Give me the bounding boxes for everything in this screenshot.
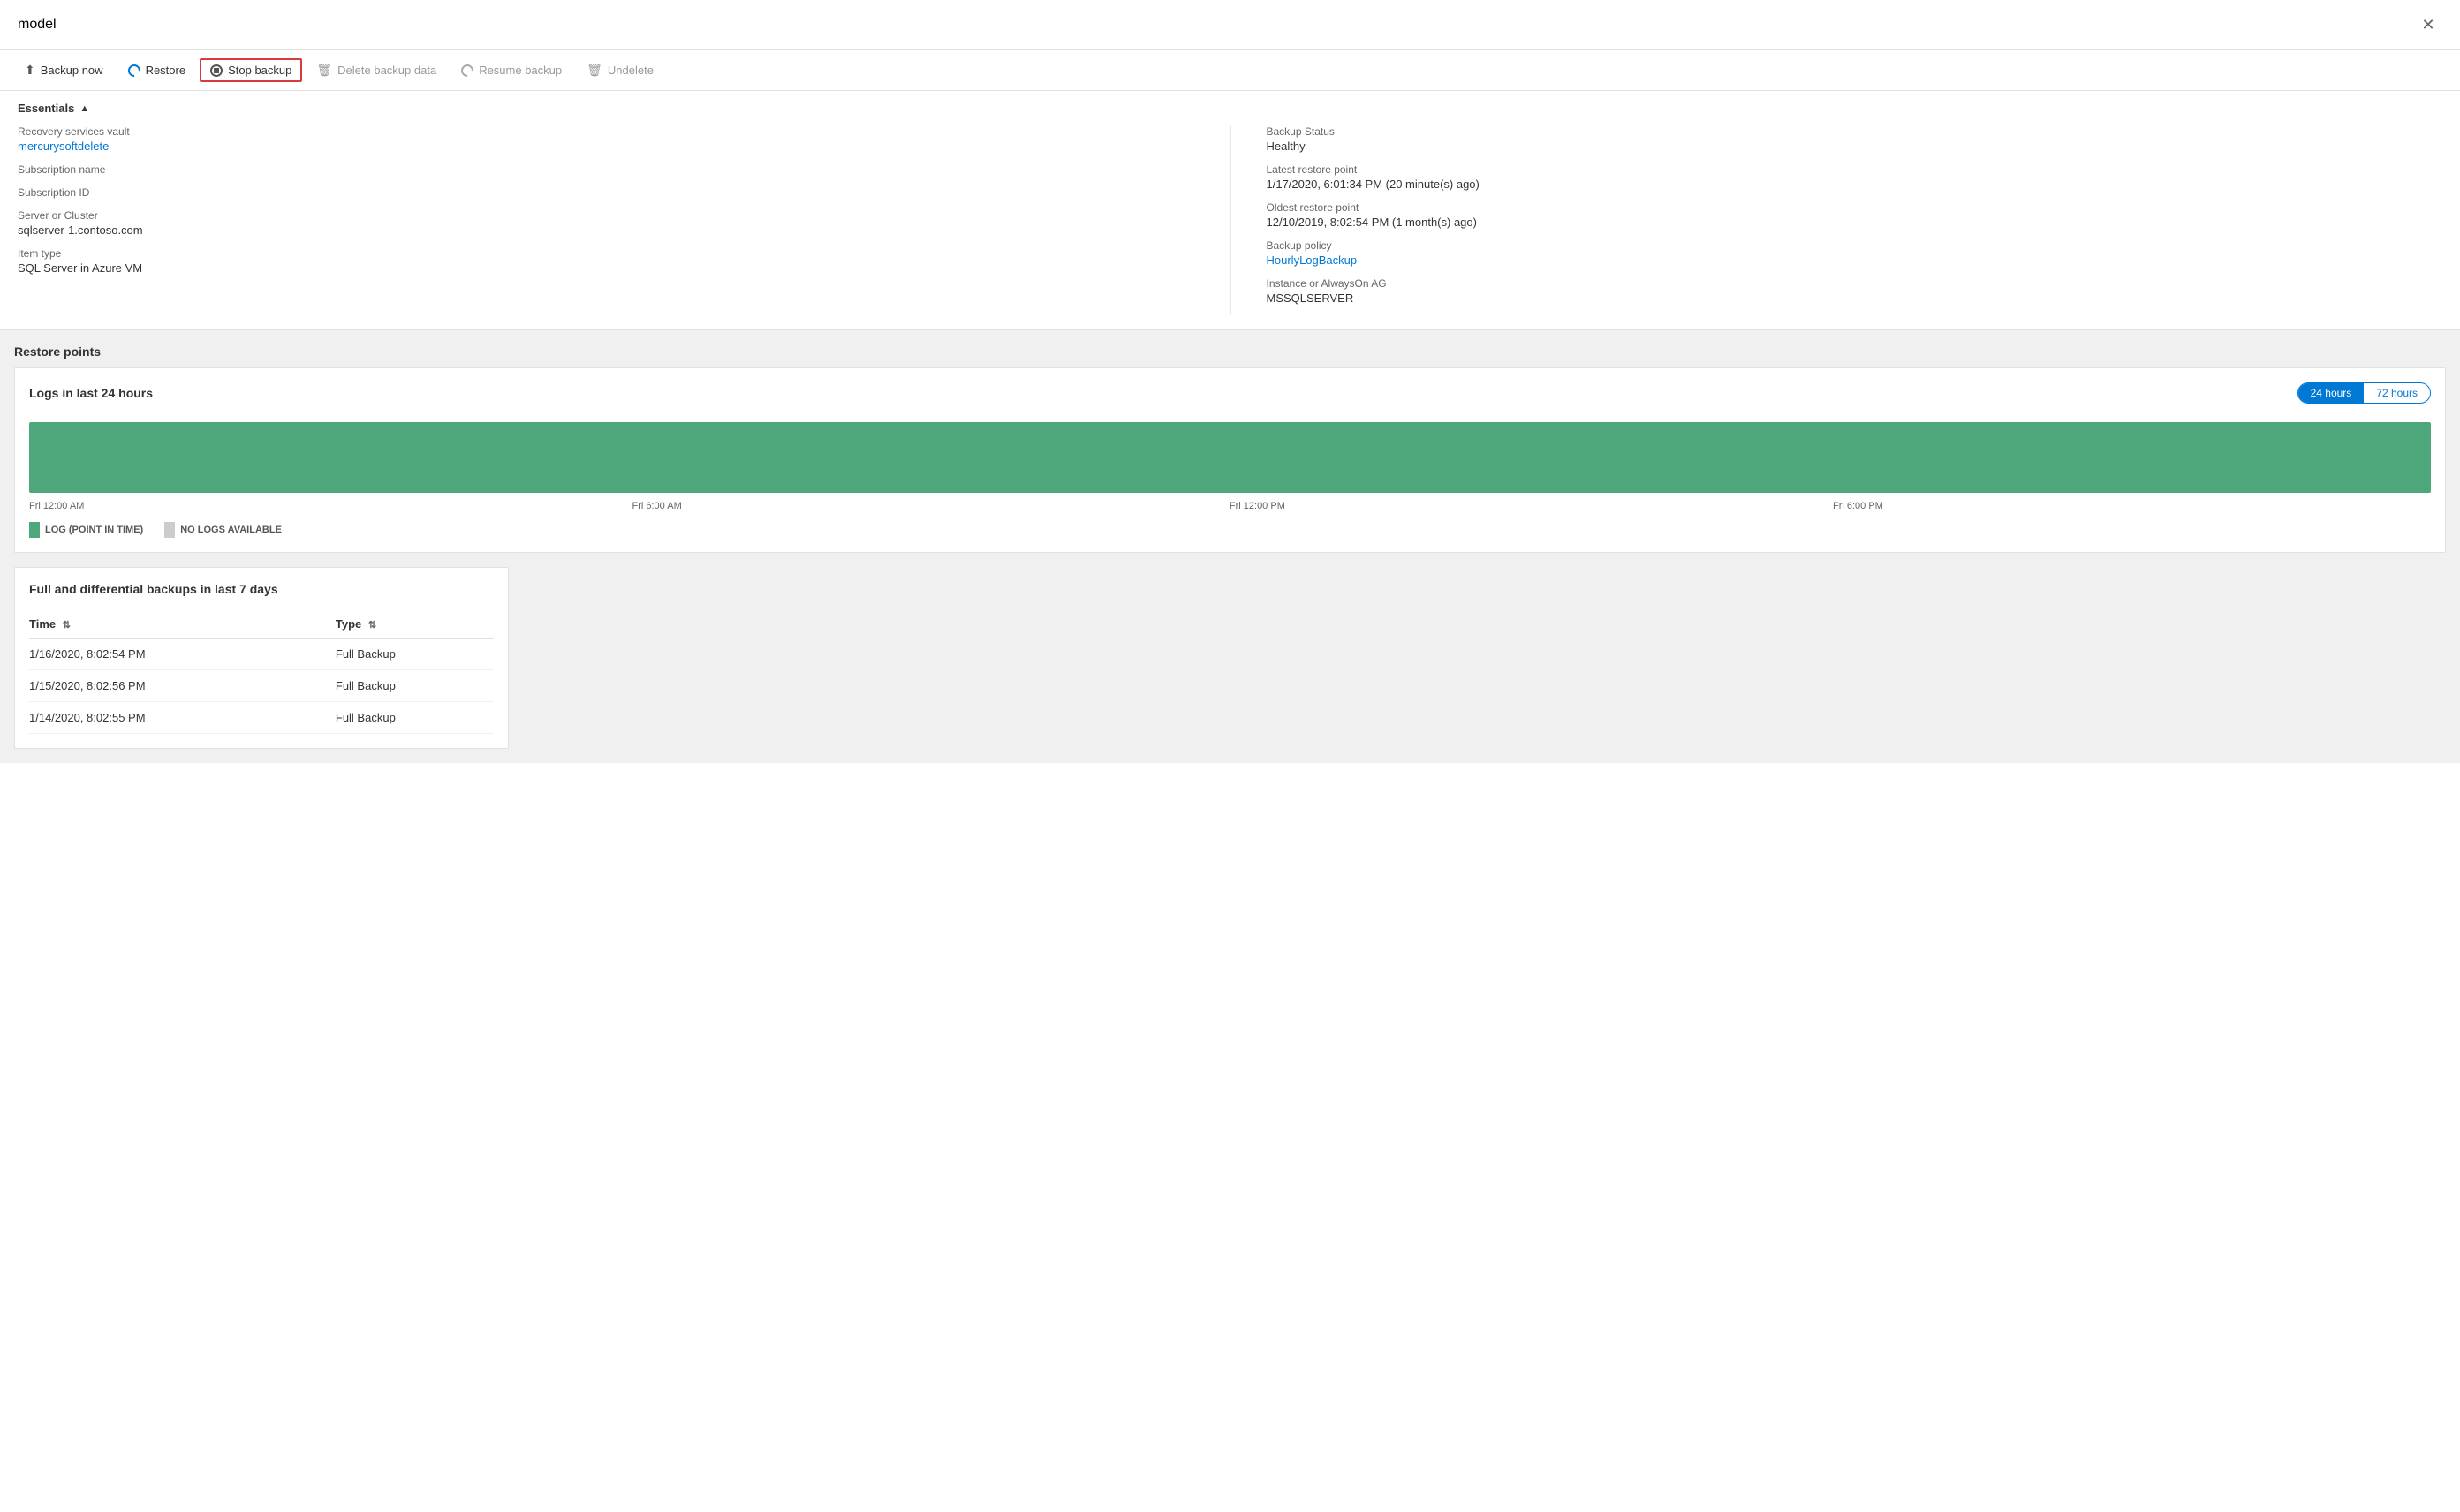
- legend-color-gray: [164, 522, 175, 538]
- chart-label-3: Fri 6:00 PM: [1833, 501, 1883, 511]
- sort-time-icon: ⇅: [63, 620, 71, 631]
- chart-label-1: Fri 6:00 AM: [632, 501, 682, 511]
- recovery-vault-value[interactable]: mercurysoftdelete: [18, 140, 109, 153]
- legend-log-label: LOG (POINT IN TIME): [45, 525, 143, 535]
- chart-labels: Fri 12:00 AM Fri 6:00 AM Fri 12:00 PM Fr…: [29, 497, 2431, 515]
- essentials-grid: Recovery services vault mercurysoftdelet…: [18, 125, 2442, 315]
- backup-status-field: Backup Status Healthy: [1267, 125, 2443, 153]
- backup-policy-field: Backup policy HourlyLogBackup: [1267, 239, 2443, 267]
- stop-backup-icon: [210, 64, 223, 77]
- essentials-left: Recovery services vault mercurysoftdelet…: [18, 125, 1230, 315]
- legend-log: LOG (POINT IN TIME): [29, 522, 143, 538]
- chart-label-0: Fri 12:00 AM: [29, 501, 84, 511]
- restore-points-section: Restore points Logs in last 24 hours 24 …: [14, 344, 2446, 553]
- chart-bar-container: [29, 418, 2431, 497]
- col-type-header[interactable]: Type ⇅: [336, 610, 494, 639]
- undelete-button[interactable]: 🗑 Undelete: [576, 57, 664, 83]
- close-button[interactable]: ✕: [2414, 11, 2442, 39]
- toolbar: ⬆ Backup now Restore Stop backup 🗑 Delet…: [0, 50, 2460, 91]
- resume-icon: [458, 62, 476, 79]
- item-type-field: Item type SQL Server in Azure VM: [18, 247, 1195, 275]
- table-row: 1/15/2020, 8:02:56 PM Full Backup: [29, 670, 494, 702]
- chart-title: Logs in last 24 hours: [29, 386, 153, 400]
- latest-restore-value: 1/17/2020, 6:01:34 PM (20 minute(s) ago): [1267, 178, 2443, 191]
- latest-restore-field: Latest restore point 1/17/2020, 6:01:34 …: [1267, 163, 2443, 191]
- chevron-up-icon: ▲: [79, 103, 89, 114]
- backup-now-button[interactable]: ⬆ Backup now: [14, 57, 114, 83]
- sort-type-icon: ⇅: [368, 620, 376, 631]
- backups-card: Full and differential backups in last 7 …: [14, 567, 509, 749]
- backup-now-icon: ⬆: [25, 63, 35, 78]
- backup-type-cell: Full Backup: [336, 639, 494, 670]
- server-cluster-field: Server or Cluster sqlserver-1.contoso.co…: [18, 209, 1195, 237]
- oldest-restore-field: Oldest restore point 12/10/2019, 8:02:54…: [1267, 201, 2443, 229]
- time-toggle: 24 hours 72 hours: [2297, 382, 2431, 404]
- main-window: model ✕ ⬆ Backup now Restore Stop backup…: [0, 0, 2460, 1512]
- legend-no-logs-label: NO LOGS AVAILABLE: [180, 525, 282, 535]
- server-cluster-value: sqlserver-1.contoso.com: [18, 223, 1195, 237]
- backup-type-cell: Full Backup: [336, 670, 494, 702]
- restore-icon: [125, 62, 143, 79]
- instance-value: MSSQLSERVER: [1267, 291, 2443, 305]
- window-title: model: [18, 17, 57, 33]
- backup-status-value: Healthy: [1267, 140, 2443, 153]
- essentials-right: Backup Status Healthy Latest restore poi…: [1230, 125, 2443, 315]
- chart-bar: [29, 422, 2431, 493]
- 72-hours-button[interactable]: 72 hours: [2364, 383, 2430, 403]
- item-type-value: SQL Server in Azure VM: [18, 261, 1195, 275]
- backup-time-cell: 1/14/2020, 8:02:55 PM: [29, 702, 336, 734]
- chart-label-2: Fri 12:00 PM: [1230, 501, 1285, 511]
- 24-hours-button[interactable]: 24 hours: [2298, 383, 2365, 403]
- legend-color-green: [29, 522, 40, 538]
- chart-legend: LOG (POINT IN TIME) NO LOGS AVAILABLE: [29, 522, 2431, 538]
- recovery-vault-field: Recovery services vault mercurysoftdelet…: [18, 125, 1195, 153]
- chart-header: Logs in last 24 hours 24 hours 72 hours: [29, 382, 2431, 404]
- resume-backup-button[interactable]: Resume backup: [450, 58, 572, 82]
- title-bar: model ✕: [0, 0, 2460, 50]
- instance-field: Instance or AlwaysOn AG MSSQLSERVER: [1267, 277, 2443, 305]
- subscription-id-field: Subscription ID: [18, 186, 1195, 199]
- backups-title: Full and differential backups in last 7 …: [29, 582, 494, 596]
- legend-no-logs: NO LOGS AVAILABLE: [164, 522, 282, 538]
- table-row: 1/16/2020, 8:02:54 PM Full Backup: [29, 639, 494, 670]
- restore-button[interactable]: Restore: [117, 58, 197, 82]
- content-area: Restore points Logs in last 24 hours 24 …: [0, 330, 2460, 763]
- essentials-section: Essentials ▲ Recovery services vault mer…: [0, 91, 2460, 330]
- delete-icon: 🗑: [316, 63, 332, 78]
- backups-table: Time ⇅ Type ⇅ 1/16/2020, 8:02:54 PM Full…: [29, 610, 494, 734]
- chart-area: Fri 12:00 AM Fri 6:00 AM Fri 12:00 PM Fr…: [29, 418, 2431, 515]
- undelete-icon: 🗑: [587, 63, 602, 78]
- col-time-header[interactable]: Time ⇅: [29, 610, 336, 639]
- table-row: 1/14/2020, 8:02:55 PM Full Backup: [29, 702, 494, 734]
- backup-time-cell: 1/15/2020, 8:02:56 PM: [29, 670, 336, 702]
- delete-backup-data-button[interactable]: 🗑 Delete backup data: [306, 57, 447, 83]
- restore-points-title: Restore points: [14, 344, 2446, 359]
- subscription-name-field: Subscription name: [18, 163, 1195, 176]
- backup-type-cell: Full Backup: [336, 702, 494, 734]
- backup-time-cell: 1/16/2020, 8:02:54 PM: [29, 639, 336, 670]
- chart-card: Logs in last 24 hours 24 hours 72 hours …: [14, 367, 2446, 553]
- oldest-restore-value: 12/10/2019, 8:02:54 PM (1 month(s) ago): [1267, 215, 2443, 229]
- stop-backup-button[interactable]: Stop backup: [200, 58, 302, 82]
- essentials-header[interactable]: Essentials ▲: [18, 102, 2442, 115]
- backup-policy-value[interactable]: HourlyLogBackup: [1267, 253, 1358, 267]
